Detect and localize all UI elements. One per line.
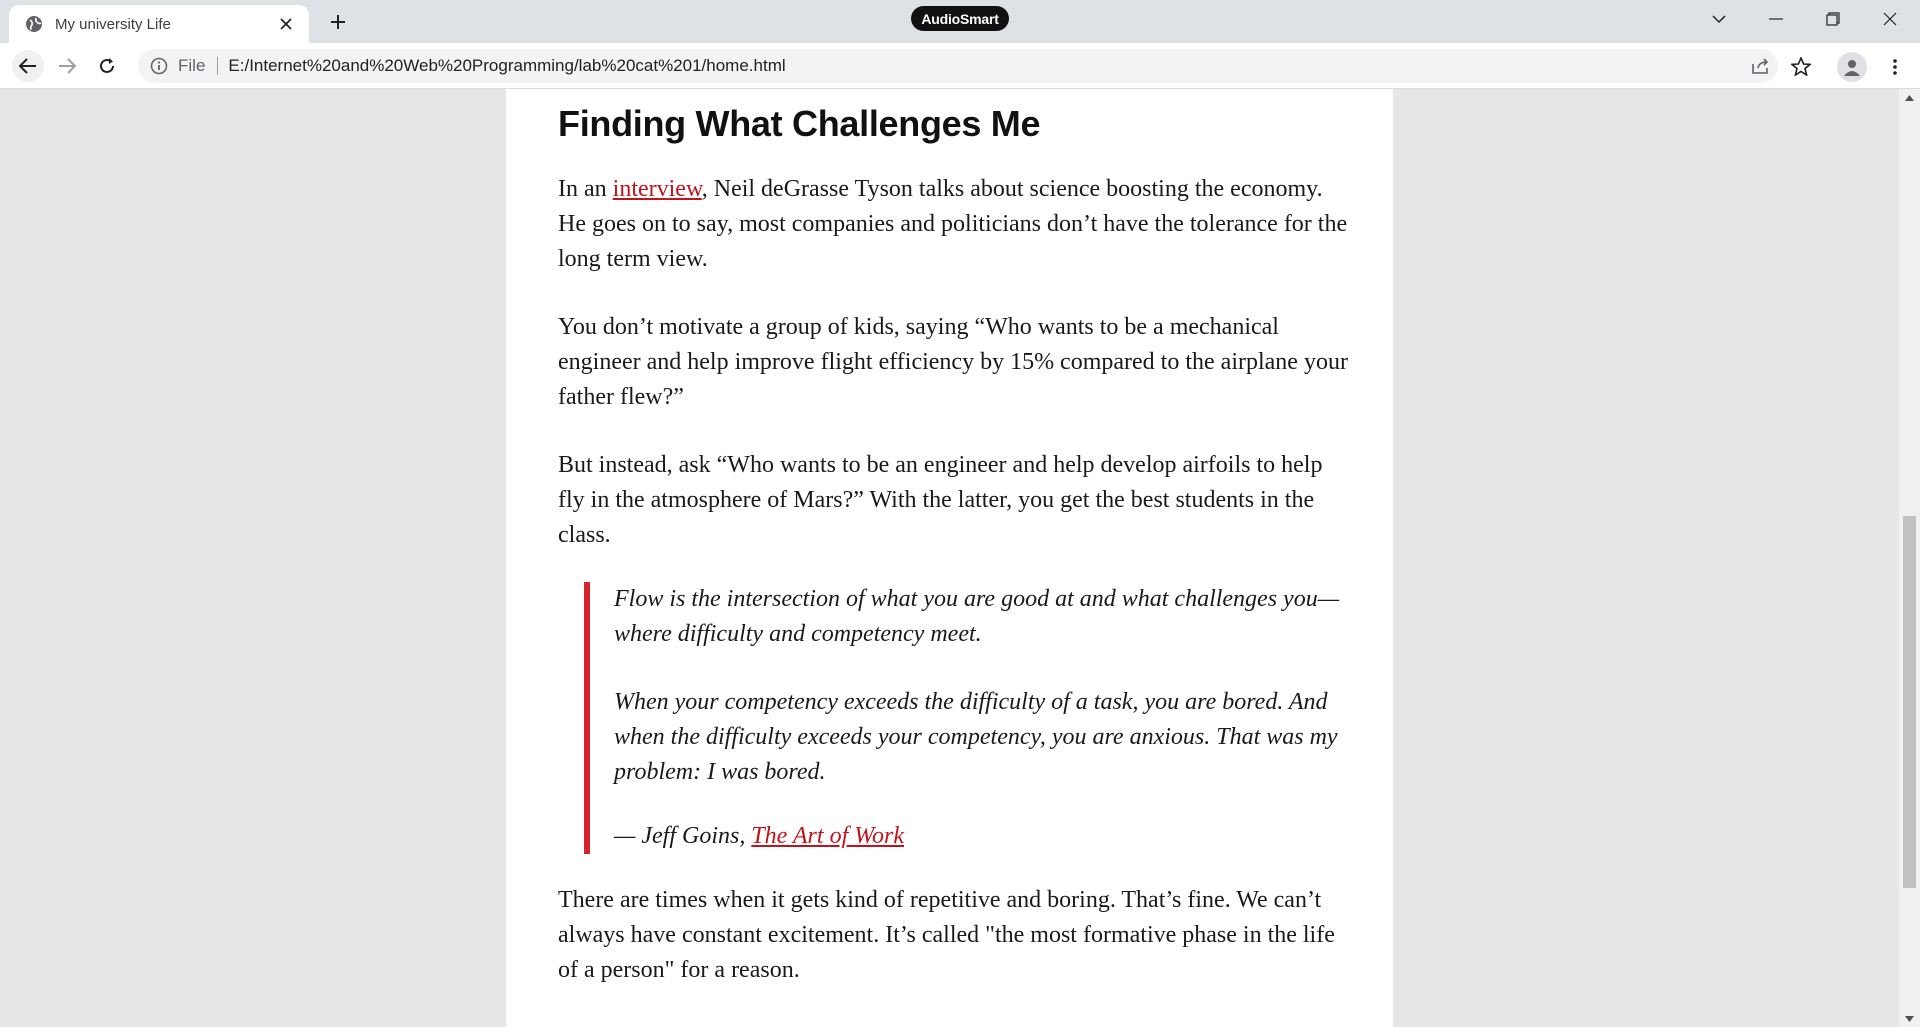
tab-close-icon[interactable] — [275, 13, 297, 35]
reload-icon[interactable] — [91, 50, 123, 82]
title-bar: My university Life AudioSmart — [0, 0, 1920, 43]
browser-tab[interactable]: My university Life — [9, 5, 309, 43]
page-viewport: Finding What Challenges Me In an intervi… — [0, 89, 1920, 1027]
quote-competency: When your competency exceeds the difficu… — [614, 689, 1338, 785]
paragraph-text: In an — [558, 176, 613, 202]
quote-flow: Flow is the intersection of what you are… — [614, 586, 1340, 647]
close-window-icon[interactable] — [1862, 0, 1918, 38]
section-heading: Finding What Challenges Me — [558, 103, 1041, 144]
scroll-down-arrow-icon[interactable] — [1899, 1010, 1920, 1027]
book-link[interactable]: The Art of Work — [751, 823, 904, 849]
vertical-scrollbar[interactable] — [1899, 89, 1920, 1027]
info-icon[interactable] — [150, 57, 168, 75]
article-container: Finding What Challenges Me In an intervi… — [506, 89, 1393, 1027]
scheme-divider — [217, 57, 219, 75]
paragraph-interview: In an interview, Neil deGrasse Tyson tal… — [558, 172, 1348, 277]
tab-search-icon[interactable] — [1691, 0, 1747, 38]
bookmark-star-icon[interactable] — [1786, 49, 1816, 83]
scrollbar-thumb[interactable] — [1903, 516, 1916, 888]
more-menu-icon[interactable] — [1880, 52, 1910, 82]
paragraph-motivation: You don’t motivate a group of kids, sayi… — [558, 314, 1348, 410]
paragraph-instead: But instead, ask “Who wants to be an eng… — [558, 452, 1323, 548]
url-text[interactable]: E:/Internet%20and%20Web%20Programming/la… — [228, 56, 785, 76]
globe-icon — [26, 16, 42, 32]
profile-avatar-icon[interactable] — [1837, 52, 1867, 82]
quote-attribution: — Jeff Goins, The Art of Work — [614, 819, 1354, 854]
tab-title: My university Life — [55, 15, 171, 33]
new-tab-button[interactable] — [326, 10, 350, 34]
minimize-icon[interactable] — [1748, 0, 1804, 38]
url-scheme: File — [178, 56, 206, 75]
scroll-up-arrow-icon[interactable] — [1899, 89, 1920, 106]
forward-icon[interactable] — [51, 50, 83, 82]
audiosmart-badge[interactable]: AudioSmart — [911, 6, 1009, 31]
blockquote: Flow is the intersection of what you are… — [584, 582, 1339, 854]
interview-link[interactable]: interview — [613, 176, 702, 202]
address-bar[interactable]: File E:/Internet%20and%20Web%20Programmi… — [138, 49, 1778, 83]
attribution-text: — Jeff Goins, — [614, 823, 752, 849]
back-icon[interactable] — [12, 50, 44, 82]
restore-icon[interactable] — [1805, 0, 1861, 38]
share-icon[interactable] — [1746, 49, 1776, 83]
paragraph-repetitive: There are times when it gets kind of rep… — [558, 887, 1335, 983]
browser-toolbar: File E:/Internet%20and%20Web%20Programmi… — [0, 43, 1920, 89]
